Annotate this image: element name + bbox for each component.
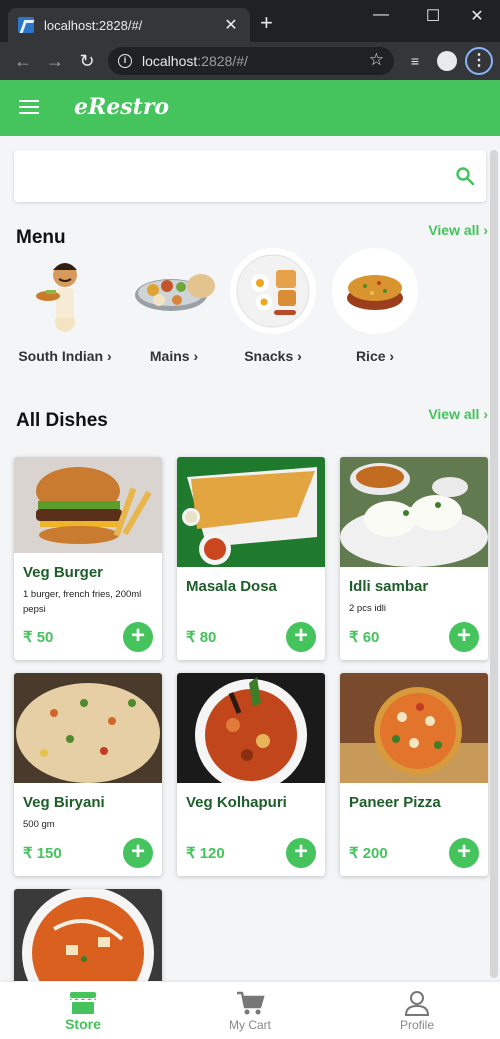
search-icon[interactable] xyxy=(455,166,475,186)
dish-card[interactable]: Veg Burger 1 burger, french fries, 200ml… xyxy=(14,457,162,660)
south-indian-image xyxy=(22,248,108,334)
dish-card[interactable]: Veg Biryani 500 gm ₹ 150 + xyxy=(14,673,162,876)
category-rice[interactable]: Rice › xyxy=(326,248,424,364)
all-dishes-title: All Dishes xyxy=(16,410,108,431)
tab-title: localhost:2828/#/ xyxy=(44,17,143,33)
dish-description: 1 burger, french fries, 200ml pepsi xyxy=(23,589,142,615)
paneer-pizza-image xyxy=(340,673,488,783)
browser-tab-strip: localhost:2828/#/ ✕ + — ☐ ✕ xyxy=(0,0,500,42)
url-host: localhost xyxy=(142,53,198,69)
dish-card[interactable] xyxy=(14,889,162,989)
category-south-indian[interactable]: South Indian › xyxy=(16,248,114,364)
minimize-icon[interactable]: — xyxy=(366,6,396,24)
dish-price: ₹ 50 xyxy=(23,629,54,646)
back-icon[interactable]: ← xyxy=(12,50,34,72)
category-label: Mains › xyxy=(149,348,199,364)
dish-description: 2 pcs idli xyxy=(349,603,386,614)
dish-card[interactable]: Masala Dosa ₹ 80 + xyxy=(177,457,325,660)
dish-name: Veg Burger xyxy=(23,564,104,581)
idli-sambar-image xyxy=(340,457,488,567)
dish-price: ₹ 150 xyxy=(23,845,62,862)
nav-label: Profile xyxy=(399,1018,434,1032)
add-to-cart-button[interactable]: + xyxy=(286,622,316,652)
veg-burger-image xyxy=(14,457,162,553)
veg-kolhapuri-image xyxy=(177,673,325,783)
dish-name: Paneer Pizza xyxy=(349,794,441,811)
nav-profile[interactable]: Profile xyxy=(334,982,500,1039)
category-snacks[interactable]: Snacks › xyxy=(224,248,322,364)
dishes-view-all-link[interactable]: View all › xyxy=(428,406,488,422)
browser-tab[interactable]: localhost:2828/#/ ✕ xyxy=(8,8,250,42)
mains-image xyxy=(131,248,217,334)
bookmark-star-icon[interactable]: ☆ xyxy=(369,50,384,70)
dish-description: 500 gm xyxy=(23,819,55,830)
snacks-image xyxy=(230,248,316,334)
search-input[interactable] xyxy=(14,150,444,202)
add-to-cart-button[interactable]: + xyxy=(286,838,316,868)
dish-price: ₹ 200 xyxy=(349,845,388,862)
nav-store[interactable]: Store xyxy=(0,982,166,1039)
rice-image xyxy=(332,248,418,334)
window-close-icon[interactable]: ✕ xyxy=(462,6,492,26)
category-label: South Indian › xyxy=(18,348,112,364)
category-label: Rice › xyxy=(355,348,395,364)
nav-my-cart[interactable]: My Cart xyxy=(167,982,333,1039)
profile-icon xyxy=(404,991,430,1016)
address-bar[interactable]: i localhost:2828/#/ ☆ xyxy=(108,47,394,75)
dish-price: ₹ 120 xyxy=(186,845,225,862)
dish-name: Idli sambar xyxy=(349,578,429,595)
masala-dosa-image xyxy=(177,457,325,567)
menu-section-title: Menu xyxy=(16,227,66,248)
category-mains[interactable]: Mains › xyxy=(125,248,223,364)
app-bar: eRestro xyxy=(0,80,500,136)
bottom-navigation: Store My Cart Profile xyxy=(0,982,500,1039)
reading-list-icon[interactable]: ≡ xyxy=(404,50,426,72)
dish-name: Veg Kolhapuri xyxy=(186,794,287,811)
brand-logo: eRestro xyxy=(74,94,170,120)
reload-icon[interactable]: ↻ xyxy=(76,50,98,72)
search-box xyxy=(14,150,486,202)
add-to-cart-button[interactable]: + xyxy=(449,838,479,868)
new-tab-button[interactable]: + xyxy=(260,12,273,34)
menu-view-all-link[interactable]: View all › xyxy=(428,222,488,238)
dish-price: ₹ 80 xyxy=(186,629,217,646)
dish-name: Veg Biryani xyxy=(23,794,105,811)
hamburger-menu-icon[interactable] xyxy=(19,100,39,114)
tab-close-button[interactable]: ✕ xyxy=(222,15,240,35)
dish-card[interactable]: Idli sambar 2 pcs idli ₹ 60 + xyxy=(340,457,488,660)
store-icon xyxy=(70,992,96,1014)
dish-card[interactable]: Paneer Pizza ₹ 200 + xyxy=(340,673,488,876)
maximize-icon[interactable]: ☐ xyxy=(418,6,448,26)
veg-biryani-image xyxy=(14,673,162,783)
dish-name: Masala Dosa xyxy=(186,578,277,595)
dish-card[interactable]: Veg Kolhapuri ₹ 120 + xyxy=(177,673,325,876)
url-path: :2828/#/ xyxy=(197,53,248,69)
site-info-icon[interactable]: i xyxy=(118,54,132,68)
browser-menu-icon[interactable]: ⋮ xyxy=(465,47,493,75)
flutter-favicon-icon xyxy=(18,17,34,33)
nav-label: Store xyxy=(65,1016,101,1032)
add-to-cart-button[interactable]: + xyxy=(449,622,479,652)
page-scrollbar[interactable] xyxy=(490,150,498,978)
browser-toolbar: ← → ↻ i localhost:2828/#/ ☆ ≡ ⋮ xyxy=(0,42,500,80)
add-to-cart-button[interactable]: + xyxy=(123,838,153,868)
nav-label: My Cart xyxy=(229,1018,271,1032)
add-to-cart-button[interactable]: + xyxy=(123,622,153,652)
forward-icon[interactable]: → xyxy=(44,50,66,72)
paneer-curry-image xyxy=(14,889,162,981)
browser-profile-icon[interactable] xyxy=(437,51,457,71)
cart-icon xyxy=(237,991,265,1015)
dish-price: ₹ 60 xyxy=(349,629,380,646)
category-label: Snacks › xyxy=(244,348,302,364)
